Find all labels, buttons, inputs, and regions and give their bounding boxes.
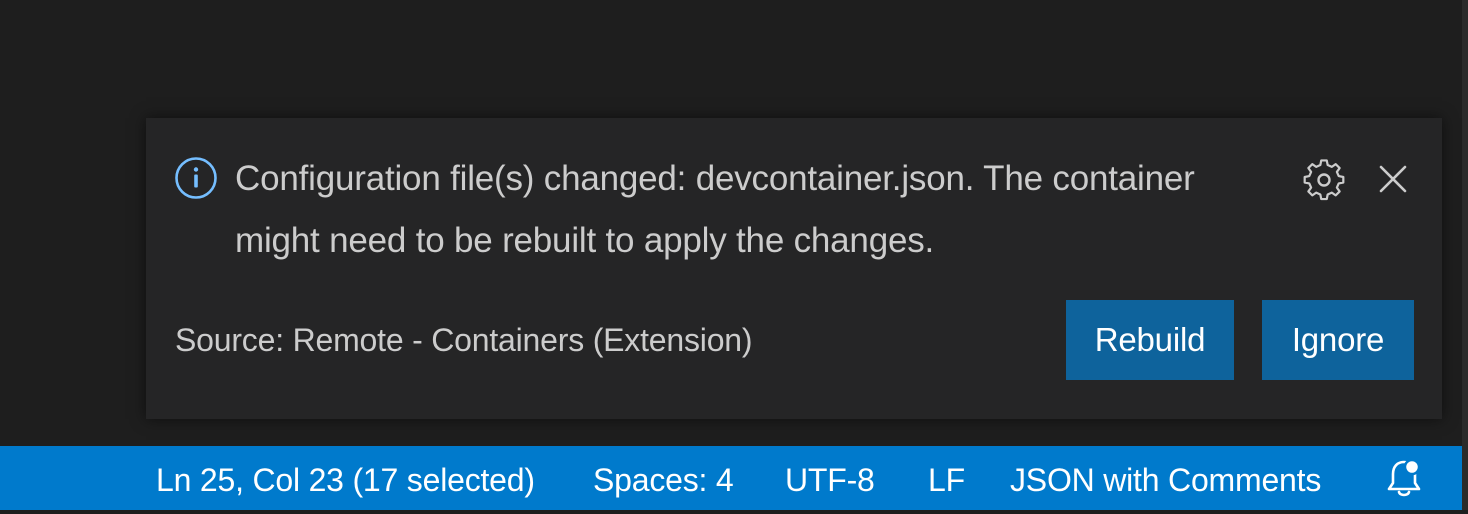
- rebuild-button[interactable]: Rebuild: [1066, 300, 1234, 380]
- notification-source: Source: Remote - Containers (Extension): [175, 322, 753, 358]
- end-of-line[interactable]: LF: [928, 446, 965, 510]
- notification-message: Configuration file(s) changed: devcontai…: [235, 159, 1195, 260]
- info-icon: [174, 156, 218, 200]
- gear-icon[interactable]: [1302, 158, 1346, 202]
- language-mode[interactable]: JSON with Comments: [1010, 446, 1321, 510]
- cursor-position[interactable]: Ln 25, Col 23 (17 selected): [156, 446, 535, 510]
- ignore-button[interactable]: Ignore: [1262, 300, 1414, 380]
- notification-toast: Configuration file(s) changed: devcontai…: [146, 118, 1442, 419]
- indentation-setting[interactable]: Spaces: 4: [593, 446, 734, 510]
- status-bar: Ln 25, Col 23 (17 selected) Spaces: 4 UT…: [0, 446, 1462, 510]
- close-icon[interactable]: [1374, 160, 1412, 198]
- bell-dot-icon[interactable]: [1384, 456, 1424, 500]
- window-edge: [1462, 0, 1468, 510]
- file-encoding[interactable]: UTF-8: [785, 446, 875, 510]
